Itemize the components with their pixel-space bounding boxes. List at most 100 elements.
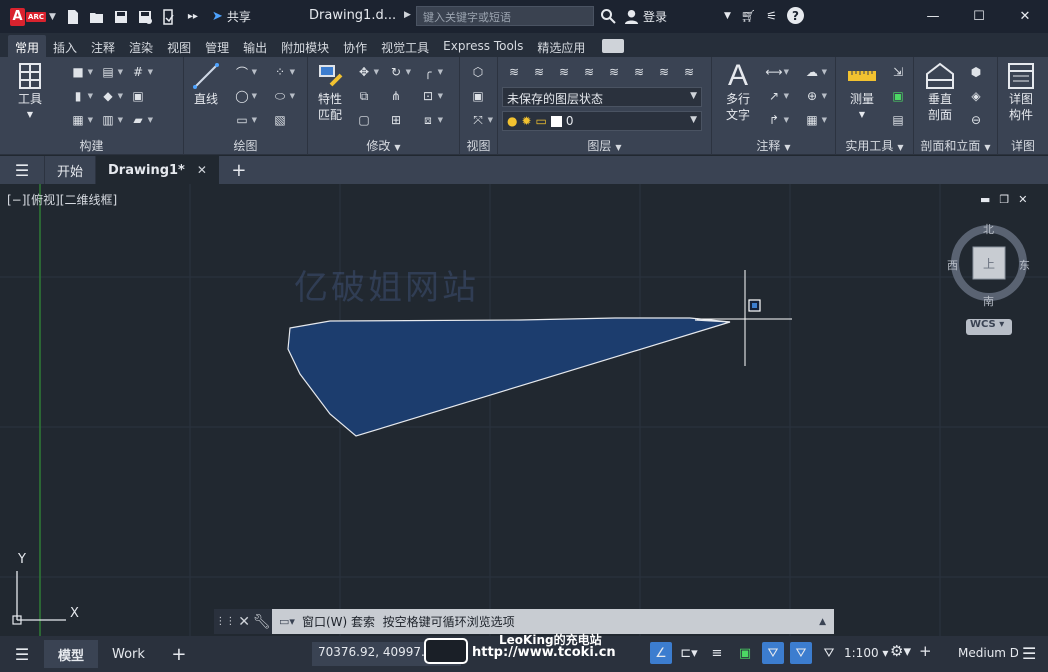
cart-icon[interactable]: 🛒︎ (741, 9, 756, 23)
tab-start[interactable]: 开始 (44, 156, 95, 184)
viewport-label[interactable]: [−][俯视][二维线框] (7, 191, 117, 208)
ribbon-toggle-icon[interactable] (602, 39, 625, 53)
grid-icon[interactable]: # ▼ (128, 62, 153, 82)
vertical-section-button[interactable]: 垂直 剖面 (920, 61, 960, 123)
section-mark-icon[interactable]: ◈ (966, 86, 986, 106)
stair-icon[interactable]: ◆ ▼ (98, 86, 123, 106)
move-icon[interactable]: ✥ ▼ (354, 62, 379, 82)
workspace-switch-icon[interactable]: ⛛ (818, 642, 840, 664)
display-configuration[interactable]: Medium D (958, 646, 1018, 660)
add-layout-button[interactable]: + (159, 644, 199, 665)
copy-icon[interactable]: ⧉ (354, 86, 374, 106)
viewport-icon[interactable]: ⤧ ▼ (468, 110, 493, 130)
line-button[interactable]: 直线 (186, 61, 226, 107)
panel-title-section[interactable]: 剖面和立面 ▼ (914, 137, 997, 153)
section-line-icon[interactable]: ⊖ (966, 110, 986, 130)
tab-home[interactable]: 常用 (8, 35, 47, 57)
layer-walk-icon[interactable]: ≋ (679, 62, 699, 82)
plot-icon[interactable] (158, 6, 180, 28)
ortho-icon[interactable]: ∠ (650, 642, 672, 664)
tab-manage[interactable]: 管理 (198, 35, 236, 57)
layout-menu-icon[interactable]: ☰ (0, 645, 44, 664)
panel-title-annotation[interactable]: 注释 ▼ (712, 137, 835, 153)
annotation-visibility-icon[interactable]: ▣ (734, 642, 756, 664)
table-icon[interactable]: ▦ ▼ (802, 110, 827, 130)
mtext-button[interactable]: A 多行 文字 (718, 59, 758, 123)
tab-drawing1[interactable]: Drawing1* ✕ (95, 156, 219, 184)
compass-east[interactable]: 东 (1019, 257, 1030, 273)
tab-annotate[interactable]: 注释 (84, 35, 122, 57)
wcs-menu[interactable]: WCS ▾ (966, 319, 1012, 335)
panel-title-utilities[interactable]: 实用工具 ▼ (836, 137, 913, 153)
annotation-scale[interactable]: 1:100 ▾ (844, 646, 888, 660)
offset-icon[interactable]: ▢ (354, 110, 374, 130)
column-icon[interactable]: ▮ ▼ (68, 86, 93, 106)
close-tab-icon[interactable]: ✕ (197, 163, 207, 177)
command-customize-icon[interactable]: 🔧︎ (253, 614, 271, 630)
save-as-icon[interactable] (134, 6, 156, 28)
annotation-scale-icon[interactable]: ⛛ (762, 642, 784, 664)
tab-visual-tools[interactable]: 视觉工具 (374, 35, 436, 57)
edit-icon[interactable]: ⧈ ▼ (418, 110, 443, 130)
point-icon[interactable]: ⁘ ▼ (270, 62, 295, 82)
tab-express-tools[interactable]: Express Tools (436, 35, 530, 57)
drawing-canvas[interactable]: 亿破姐网站 [−][俯视][二维线框] ▬ ❐ ✕ 北 南 东 西 上 WCS … (0, 184, 1048, 636)
app-menu-button[interactable]: A ARC (10, 6, 46, 28)
hatch-icon[interactable]: ▧ (270, 110, 290, 130)
compass-west[interactable]: 西 (947, 257, 958, 273)
slab-icon[interactable]: ▥ ▼ (98, 110, 123, 130)
cloud-icon[interactable]: ☁︎ ▼ (802, 62, 827, 82)
array-icon[interactable]: ⊞ (386, 110, 406, 130)
tab-output[interactable]: 输出 (236, 35, 274, 57)
save-icon[interactable] (110, 6, 132, 28)
tag-icon[interactable]: ⊕ ▼ (802, 86, 827, 106)
command-history-icon[interactable]: ▲ (819, 617, 826, 627)
login-button[interactable]: 登录 (624, 8, 667, 25)
door-icon[interactable]: ▤ ▼ (98, 62, 123, 82)
roof-icon[interactable]: ▦ ▼ (68, 110, 93, 130)
fillet-icon[interactable]: ╭ ▼ (418, 62, 443, 82)
keynote-icon[interactable]: ↱ ▼ (764, 110, 789, 130)
tab-view[interactable]: 视图 (160, 35, 198, 57)
tab-model[interactable]: 模型 (44, 640, 99, 668)
detail-component-button[interactable]: 详图 构件 (1001, 61, 1041, 123)
leader-icon[interactable]: ↗ ▼ (764, 86, 789, 106)
dimension-icon[interactable]: ⟷ ▼ (764, 62, 789, 82)
layer-change-icon[interactable]: ≋ (654, 62, 674, 82)
login-dropdown-icon[interactable]: ▼ (724, 11, 731, 21)
command-grip-icon[interactable]: ⋮⋮ (215, 616, 235, 627)
minimize-button[interactable]: — (910, 0, 956, 33)
new-file-icon[interactable] (62, 6, 84, 28)
viewcube-top-face[interactable]: 上 (983, 255, 995, 272)
tab-featured-apps[interactable]: 精选应用 (530, 35, 592, 57)
tab-addins[interactable]: 附加模块 (274, 35, 336, 57)
share-button[interactable]: ➤ 共享 (212, 8, 251, 25)
status-customize-icon[interactable]: ☰ (1022, 644, 1036, 663)
settings-gear-icon[interactable]: ⚙︎▾ (890, 642, 911, 660)
calculator-icon[interactable]: ▤ (888, 110, 908, 130)
more-tools-icon[interactable]: ▸▸ (182, 6, 204, 28)
mirror-icon[interactable]: ⋔ (386, 86, 406, 106)
help-icon[interactable]: ? (786, 7, 804, 24)
current-layer-dropdown[interactable]: ● ✹ ▭ 0 ▼ (502, 111, 702, 131)
open-file-icon[interactable] (86, 6, 108, 28)
lineweight-icon[interactable]: ≡ (706, 642, 728, 664)
tab-render[interactable]: 渲染 (122, 35, 160, 57)
elevation-icon[interactable]: ⬢ (966, 62, 986, 82)
tool-dropdown-icon[interactable]: ▼ (27, 107, 33, 123)
tool-button[interactable]: 工具 ▼ (10, 61, 50, 123)
quick-select-icon[interactable]: ⇲ (888, 62, 908, 82)
tab-work[interactable]: Work (98, 640, 159, 668)
command-close-icon[interactable]: ✕ (238, 614, 250, 630)
hamburger-menu-icon[interactable]: ☰ (0, 161, 44, 180)
auto-scale-icon[interactable]: ⛛ (790, 642, 812, 664)
layer-lock-icon[interactable]: ≋ (604, 62, 624, 82)
polyline-icon[interactable]: ⌒ ▼ (232, 62, 257, 82)
search-icon[interactable] (600, 8, 616, 24)
wall-icon[interactable]: ■ ▼ (68, 62, 93, 82)
tab-collaborate[interactable]: 协作 (336, 35, 374, 57)
measure-dropdown-icon[interactable]: ▼ (859, 107, 865, 123)
panel-title-layers[interactable]: 图层 ▼ (498, 137, 711, 153)
layer-isolate-icon[interactable]: ≋ (554, 62, 574, 82)
stretch-icon[interactable]: ⊡ ▼ (418, 86, 443, 106)
